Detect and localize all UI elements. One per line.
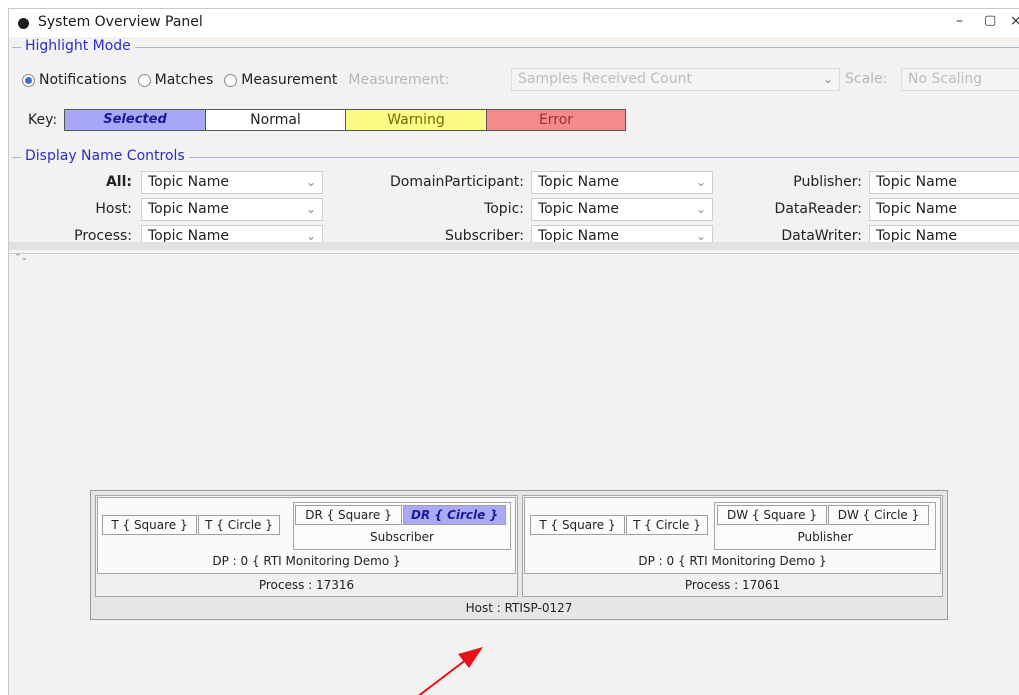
key-normal-label: Normal: [250, 112, 301, 128]
label-datareader: DataReader:: [774, 201, 862, 217]
select-domainparticipant-value: Topic Name: [538, 174, 619, 190]
window-title: System Overview Panel: [38, 14, 203, 30]
topic-chip[interactable]: T { Circle }: [626, 515, 708, 535]
key-selected-label: Selected: [103, 112, 167, 127]
datareader-chip-selected[interactable]: DR { Circle }: [403, 505, 506, 525]
scale-select-value: No Scaling: [908, 71, 983, 87]
scale-select[interactable]: No Scaling: [901, 68, 1019, 91]
select-topic-value: Topic Name: [538, 201, 619, 217]
radio-measurement-label: Measurement: [241, 72, 338, 88]
key-label: Key:: [28, 112, 58, 128]
host-label: Host : RTISP-0127: [465, 601, 573, 615]
process-label: Process : 17316: [258, 578, 355, 592]
chevron-down-icon: ⌄: [305, 202, 316, 216]
key-error: Error: [486, 109, 626, 131]
app-icon: [18, 18, 29, 29]
chevron-down-icon: ⌄: [305, 175, 316, 189]
key-selected: Selected: [64, 109, 206, 131]
radio-matches[interactable]: Matches: [137, 72, 214, 88]
datareader-chip[interactable]: DR { Square }: [295, 505, 402, 525]
datawriter-chip[interactable]: DW { Square }: [717, 505, 827, 525]
select-publisher-value: Topic Name: [876, 174, 957, 190]
subscriber-label: Subscriber: [370, 530, 434, 544]
collapse-arrows-icon[interactable]: ⌃⌄: [14, 253, 28, 263]
select-all-value: Topic Name: [148, 174, 229, 190]
highlight-mode-options: Notifications Matches Measurement Measur…: [22, 69, 449, 91]
topic-chip[interactable]: T { Square }: [102, 515, 197, 535]
measurement-label: Measurement:: [348, 72, 450, 88]
close-button[interactable]: ×: [1010, 13, 1019, 29]
topic-chip[interactable]: T { Circle }: [198, 515, 280, 535]
measurement-select[interactable]: Samples Received Count ⌄: [511, 68, 840, 91]
participant-label: DP : 0 { RTI Monitoring Demo }: [638, 554, 827, 568]
highlight-mode-title: Highlight Mode: [21, 38, 135, 54]
system-overview-window: System Overview Panel – ▢ × Highlight Mo…: [8, 8, 1019, 695]
radio-matches-label: Matches: [154, 72, 214, 88]
datawriter-chip[interactable]: DW { Circle }: [828, 505, 929, 525]
minimize-button[interactable]: –: [956, 13, 963, 29]
radio-measurement[interactable]: Measurement: [224, 72, 337, 88]
select-topic[interactable]: Topic Name ⌄: [531, 198, 713, 221]
label-topic: Topic:: [484, 201, 524, 217]
key-warning: Warning: [345, 109, 487, 131]
key-warning-label: Warning: [387, 112, 445, 128]
participant-label: DP : 0 { RTI Monitoring Demo }: [212, 554, 401, 568]
overview-diagram: T { Square } T { Circle } DR { Square } …: [90, 490, 948, 620]
chevron-down-icon: ⌄: [695, 202, 706, 216]
key-normal: Normal: [205, 109, 346, 131]
select-publisher[interactable]: Topic Name: [869, 171, 1019, 194]
radio-icon: [224, 73, 238, 87]
measurement-select-value: Samples Received Count: [518, 71, 692, 87]
restore-button[interactable]: ▢: [984, 13, 996, 28]
process-label: Process : 17061: [684, 578, 781, 592]
chevron-down-icon: ⌄: [695, 175, 706, 189]
publisher-label: Publisher: [797, 530, 853, 544]
display-name-controls-title: Display Name Controls: [21, 148, 189, 164]
label-domainparticipant: DomainParticipant:: [390, 174, 524, 190]
title-bar: System Overview Panel – ▢ ×: [9, 9, 1019, 37]
radio-notifications-label: Notifications: [39, 72, 127, 88]
label-publisher: Publisher:: [793, 174, 862, 190]
key-error-label: Error: [538, 112, 574, 128]
scale-label: Scale:: [845, 71, 888, 87]
horizontal-scrollbar[interactable]: [9, 242, 1019, 250]
select-datareader-value: Topic Name: [876, 201, 957, 217]
select-datareader[interactable]: Topic Name: [869, 198, 1019, 221]
label-host: Host:: [95, 201, 132, 217]
red-arrow-icon: [417, 647, 483, 695]
radio-notifications[interactable]: Notifications: [22, 72, 127, 88]
select-domainparticipant[interactable]: Topic Name ⌄: [531, 171, 713, 194]
chevron-down-icon: ⌄: [822, 72, 833, 86]
label-all: All:: [105, 174, 132, 190]
select-all[interactable]: Topic Name ⌄: [141, 171, 323, 194]
select-host[interactable]: Topic Name ⌄: [141, 198, 323, 221]
radio-icon: [137, 73, 151, 87]
highlight-mode-group: Highlight Mode: [12, 38, 1019, 148]
topic-chip[interactable]: T { Square }: [530, 515, 625, 535]
radio-selected-icon: [22, 73, 35, 87]
select-host-value: Topic Name: [148, 201, 229, 217]
panel-splitter[interactable]: [9, 253, 1019, 262]
